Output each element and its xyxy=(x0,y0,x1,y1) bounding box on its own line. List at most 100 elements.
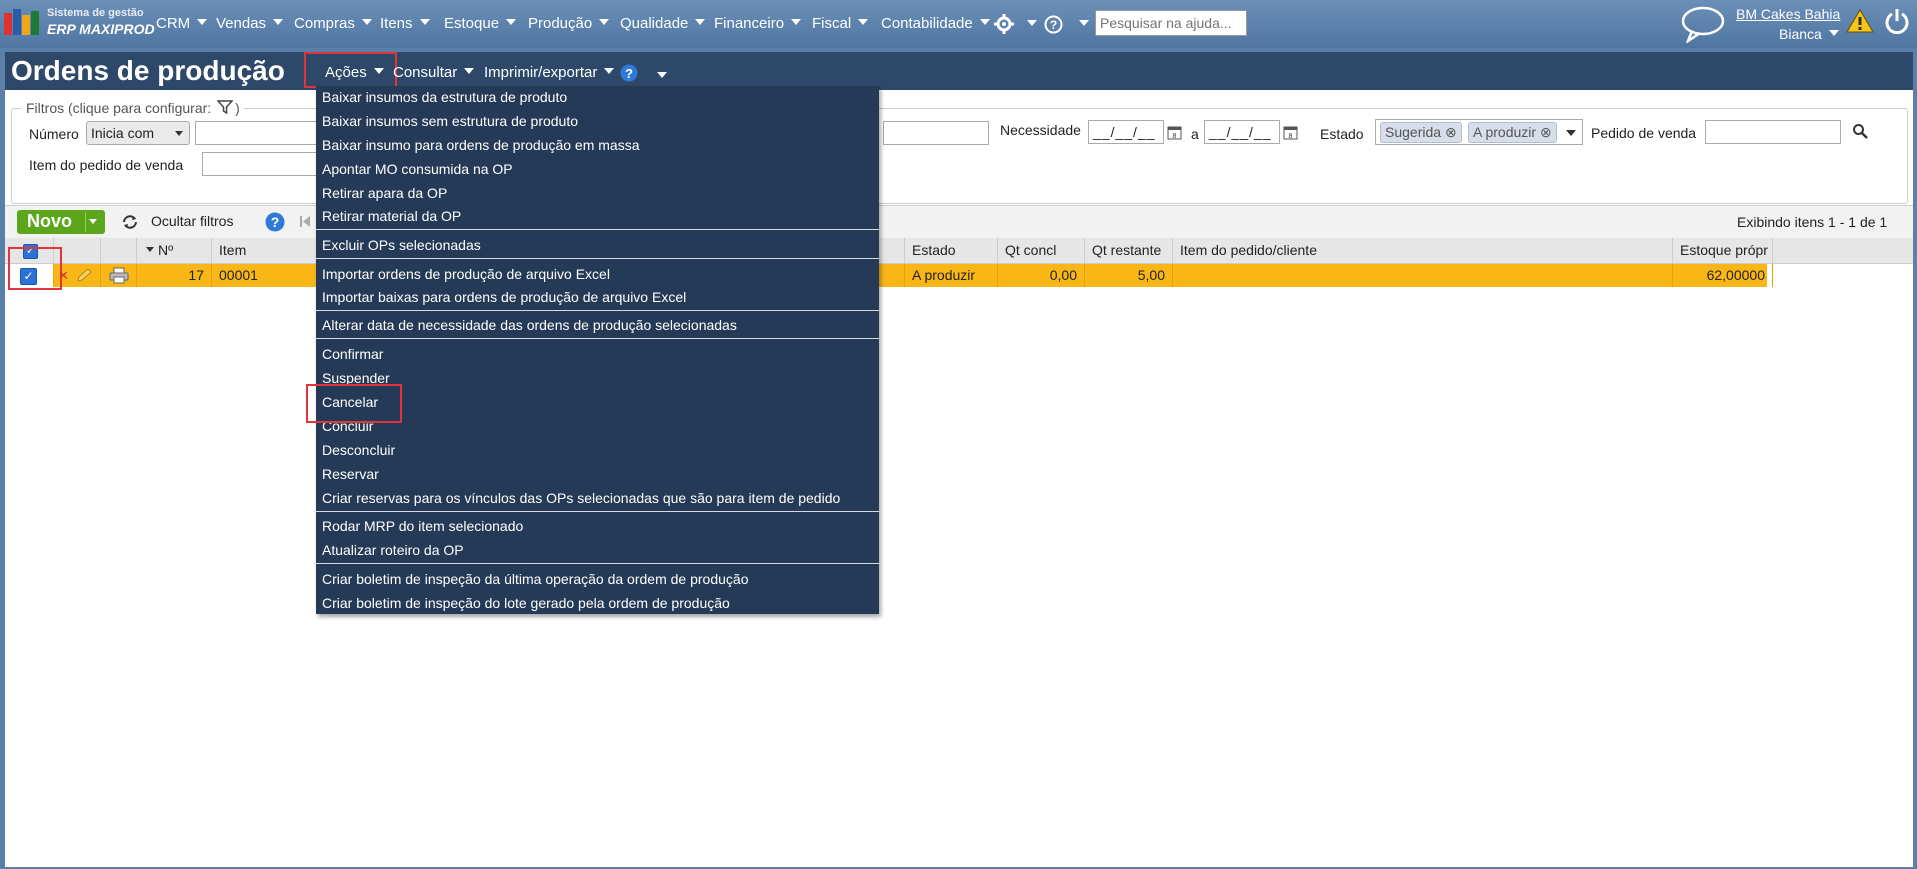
edit-pencil-icon[interactable] xyxy=(76,268,92,283)
menu-item-rodar-mrp[interactable]: Rodar MRP do item selecionado xyxy=(322,518,523,534)
ocultar-filtros-button[interactable]: Ocultar filtros xyxy=(151,213,233,229)
power-icon[interactable] xyxy=(1884,7,1910,35)
column-header-item-pedido[interactable]: Item do pedido/cliente xyxy=(1173,238,1673,263)
svg-text:?: ? xyxy=(1050,18,1057,32)
menu-item-importar-ordens-excel[interactable]: Importar ordens de produção de arquivo E… xyxy=(322,266,610,282)
estado-multiselect[interactable]: Sugerida ⊗ A produzir ⊗ xyxy=(1375,119,1583,145)
numero-label: Número xyxy=(29,126,79,142)
remove-chip-icon[interactable]: ⊗ xyxy=(1445,124,1457,140)
menu-item-retirar-apara[interactable]: Retirar apara da OP xyxy=(322,185,447,201)
chevron-down-icon xyxy=(695,19,706,25)
first-page-icon[interactable] xyxy=(300,216,310,227)
grid-toolbar: Novo Ocultar filtros ? Exibindo itens 1 … xyxy=(5,205,1913,239)
cell-estoque: 62,00000 xyxy=(1673,264,1773,287)
erp-logo-icon xyxy=(4,9,39,35)
top-navigation-bar: Sistema de gestão ERP MAXIPROD CRM Venda… xyxy=(0,0,1917,48)
warning-icon[interactable] xyxy=(1846,8,1874,34)
chevron-down-icon xyxy=(858,19,869,25)
menu-item-alterar-data-necessidade[interactable]: Alterar data de necessidade das ordens d… xyxy=(322,317,737,333)
novo-button[interactable]: Novo xyxy=(17,210,105,234)
help-dropdown-icon[interactable] xyxy=(1079,20,1089,26)
table-row[interactable]: ✓ ✕ 17 00001 A produzir 0,00 5,00 62,000… xyxy=(5,264,1773,287)
necessidade-from-input[interactable]: __/__/__ xyxy=(1088,120,1164,144)
paging-info: Exibindo itens 1 - 1 de 1 xyxy=(1737,214,1888,230)
menu-item-baixar-insumos-sem-estrutura[interactable]: Baixar insumos sem estrutura de produto xyxy=(322,113,578,129)
estado-chip[interactable]: Sugerida ⊗ xyxy=(1380,122,1462,143)
column-header-qt-restante[interactable]: Qt restante xyxy=(1085,238,1173,263)
menu-item-desconcluir[interactable]: Desconcluir xyxy=(322,442,395,458)
chevron-down-icon xyxy=(361,19,372,25)
highlight-box xyxy=(8,247,62,290)
settings-dropdown-icon[interactable] xyxy=(1027,20,1037,26)
menu-item-excluir-ops[interactable]: Excluir OPs selecionadas xyxy=(322,237,481,253)
help-search-input[interactable] xyxy=(1095,10,1247,36)
menu-producao[interactable]: Produção xyxy=(528,15,610,32)
page-help-dropdown-icon[interactable] xyxy=(657,72,667,78)
column-header-estado[interactable]: Estado xyxy=(905,238,998,263)
column-header-qt-concl[interactable]: Qt concl xyxy=(998,238,1085,263)
menu-item-atualizar-roteiro[interactable]: Atualizar roteiro da OP xyxy=(322,542,464,558)
chevron-down-icon xyxy=(464,68,475,74)
menu-estoque[interactable]: Estoque xyxy=(444,15,517,32)
chevron-down-icon xyxy=(1566,130,1576,136)
calendar-icon[interactable]: 8 xyxy=(1283,124,1298,140)
item-pedido-venda-input[interactable] xyxy=(202,152,322,176)
grid-help-icon[interactable]: ? xyxy=(265,212,285,232)
printer-icon[interactable] xyxy=(109,267,129,284)
pedido-venda-label: Pedido de venda xyxy=(1591,125,1697,141)
cell-qt-restante: 5,00 xyxy=(1085,264,1173,287)
svg-text:8: 8 xyxy=(1289,133,1293,140)
page-help-icon[interactable]: ? xyxy=(620,64,638,82)
menu-item-baixar-insumos-estrutura[interactable]: Baixar insumos da estrutura de produto xyxy=(322,89,567,105)
gear-icon[interactable] xyxy=(994,14,1014,34)
menu-separator xyxy=(316,563,879,564)
menu-financeiro[interactable]: Financeiro xyxy=(714,15,802,32)
chevron-down-icon xyxy=(604,68,615,74)
filters-legend[interactable]: Filtros (clique para configurar: ) xyxy=(22,100,244,116)
menu-item-reservar[interactable]: Reservar xyxy=(322,466,379,482)
help-icon[interactable]: ? xyxy=(1044,15,1063,34)
chevron-down-icon xyxy=(979,19,990,25)
filter-icon[interactable] xyxy=(216,100,234,115)
imprimir-exportar-menu-button[interactable]: Imprimir/exportar xyxy=(484,64,615,81)
menu-item-apontar-mo[interactable]: Apontar MO consumida na OP xyxy=(322,161,513,177)
chevron-down-icon[interactable] xyxy=(89,219,97,224)
menu-itens[interactable]: Itens xyxy=(380,15,430,32)
acoes-dropdown-menu: Baixar insumos da estrutura de produto B… xyxy=(316,86,879,614)
column-header-no[interactable]: Nº xyxy=(137,238,212,263)
pedido-venda-input[interactable] xyxy=(1705,120,1841,144)
brand-name: ERP MAXIPROD xyxy=(47,21,155,37)
chat-icon[interactable] xyxy=(1680,5,1726,43)
menu-qualidade[interactable]: Qualidade xyxy=(620,15,706,32)
user-menu[interactable]: Bianca xyxy=(1779,26,1839,42)
remove-chip-icon[interactable]: ⊗ xyxy=(1540,124,1552,140)
menu-item-retirar-material[interactable]: Retirar material da OP xyxy=(322,208,461,224)
search-icon[interactable] xyxy=(1852,123,1868,139)
menu-item-boletim-lote-gerado[interactable]: Criar boletim de inspeção do lote gerado… xyxy=(322,595,730,611)
menu-item-importar-baixas-excel[interactable]: Importar baixas para ordens de produção … xyxy=(322,289,686,305)
menu-fiscal[interactable]: Fiscal xyxy=(812,15,869,32)
menu-item-baixar-insumo-massa[interactable]: Baixar insumo para ordens de produção em… xyxy=(322,137,640,153)
cell-item-pedido xyxy=(1173,264,1673,287)
estado-label: Estado xyxy=(1320,126,1364,142)
consultar-menu-button[interactable]: Consultar xyxy=(393,64,475,81)
menu-contabilidade[interactable]: Contabilidade xyxy=(881,15,990,32)
menu-vendas[interactable]: Vendas xyxy=(216,15,284,32)
menu-crm[interactable]: CRM xyxy=(156,15,208,32)
menu-item-boletim-ultima-operacao[interactable]: Criar boletim de inspeção da última oper… xyxy=(322,571,748,587)
estado-chip[interactable]: A produzir ⊗ xyxy=(1468,122,1557,143)
menu-compras[interactable]: Compras xyxy=(294,15,372,32)
refresh-icon[interactable] xyxy=(121,214,139,230)
menu-item-confirmar[interactable]: Confirmar xyxy=(322,346,383,362)
descricao-input[interactable] xyxy=(883,121,989,145)
table-header: ✓ Nº Item Estado Qt concl Qt restante It… xyxy=(5,238,1913,264)
column-header-estoque[interactable]: Estoque própr xyxy=(1673,238,1773,263)
highlight-box xyxy=(304,52,397,88)
menu-item-criar-reservas-vinculos[interactable]: Criar reservas para os vínculos das OPs … xyxy=(322,490,840,506)
company-link[interactable]: BM Cakes Bahia xyxy=(1736,6,1840,22)
svg-text:?: ? xyxy=(625,66,633,81)
calendar-icon[interactable]: 8 xyxy=(1167,124,1182,140)
necessidade-to-input[interactable]: __/__/__ xyxy=(1204,120,1280,144)
numero-mode-select[interactable]: Inicia com xyxy=(86,121,190,145)
numero-input[interactable] xyxy=(195,121,321,145)
